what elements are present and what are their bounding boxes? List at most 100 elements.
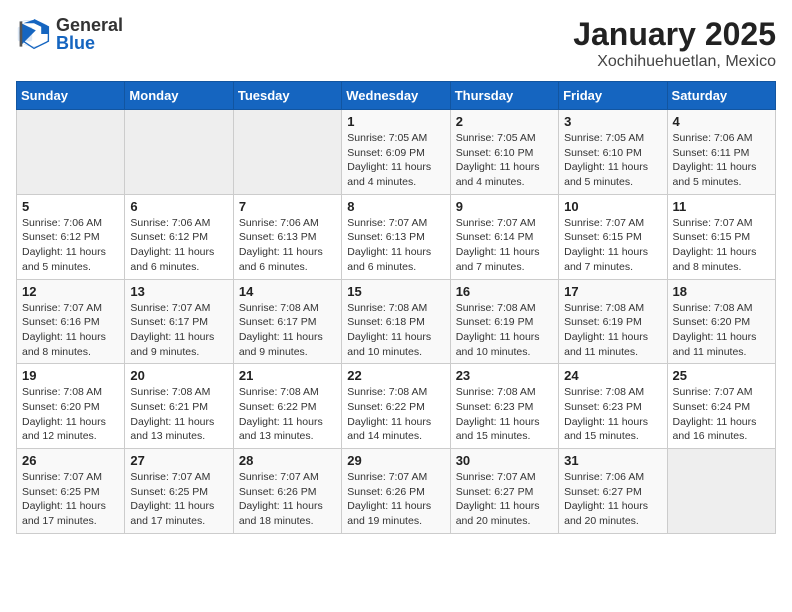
- day-number: 10: [564, 199, 661, 214]
- day-info: Sunrise: 7:07 AM Sunset: 6:17 PM Dayligh…: [130, 301, 227, 360]
- calendar-cell: 13 Sunrise: 7:07 AM Sunset: 6:17 PM Dayli…: [125, 279, 233, 364]
- day-info: Sunrise: 7:06 AM Sunset: 6:12 PM Dayligh…: [130, 216, 227, 275]
- calendar-subtitle: Xochihuehuetlan, Mexico: [573, 53, 776, 71]
- day-info: Sunrise: 7:08 AM Sunset: 6:22 PM Dayligh…: [347, 385, 444, 444]
- calendar-cell: 9Sunrise: 7:07 AM Sunset: 6:14 PM Daylig…: [450, 194, 558, 279]
- day-number: 22: [347, 368, 444, 383]
- logo-blue-text: Blue: [56, 34, 123, 52]
- calendar-week-5: 26Sunrise: 7:07 AM Sunset: 6:25 PM Dayli…: [17, 449, 776, 534]
- day-info: Sunrise: 7:08 AM Sunset: 6:23 PM Dayligh…: [564, 385, 661, 444]
- day-info: Sunrise: 7:07 AM Sunset: 6:25 PM Dayligh…: [22, 470, 119, 529]
- day-info: Sunrise: 7:08 AM Sunset: 6:17 PM Dayligh…: [239, 301, 336, 360]
- calendar-cell: 29 Sunrise: 7:07 AM Sunset: 6:26 PM Dayli…: [342, 449, 450, 534]
- calendar-cell: 12 Sunrise: 7:07 AM Sunset: 6:16 PM Dayli…: [17, 279, 125, 364]
- day-info: Sunrise: 7:06 AM Sunset: 6:11 PM Dayligh…: [673, 131, 770, 190]
- day-number: 20: [130, 368, 227, 383]
- day-info: Sunrise: 7:06 AM Sunset: 6:13 PM Dayligh…: [239, 216, 336, 275]
- calendar-cell: 14 Sunrise: 7:08 AM Sunset: 6:17 PM Dayli…: [233, 279, 341, 364]
- calendar-cell: 21 Sunrise: 7:08 AM Sunset: 6:22 PM Dayli…: [233, 364, 341, 449]
- calendar-cell: 20Sunrise: 7:08 AM Sunset: 6:21 PM Dayli…: [125, 364, 233, 449]
- calendar-cell: 8 Sunrise: 7:07 AM Sunset: 6:13 PM Daylig…: [342, 194, 450, 279]
- day-number: 24: [564, 368, 661, 383]
- calendar-week-4: 19 Sunrise: 7:08 AM Sunset: 6:20 PM Dayli…: [17, 364, 776, 449]
- day-info: Sunrise: 7:06 AM Sunset: 6:12 PM Dayligh…: [22, 216, 119, 275]
- weekday-header-friday: Friday: [559, 82, 667, 110]
- day-info: Sunrise: 7:07 AM Sunset: 6:16 PM Dayligh…: [22, 301, 119, 360]
- day-number: 4: [673, 114, 770, 129]
- calendar-cell: 19 Sunrise: 7:08 AM Sunset: 6:20 PM Dayli…: [17, 364, 125, 449]
- day-info: Sunrise: 7:08 AM Sunset: 6:22 PM Dayligh…: [239, 385, 336, 444]
- day-info: Sunrise: 7:08 AM Sunset: 6:20 PM Dayligh…: [673, 301, 770, 360]
- calendar-cell: [667, 449, 775, 534]
- logo-icon: [16, 16, 52, 52]
- day-number: 23: [456, 368, 553, 383]
- calendar-cell: 5 Sunrise: 7:06 AM Sunset: 6:12 PM Daylig…: [17, 194, 125, 279]
- day-info: Sunrise: 7:07 AM Sunset: 6:24 PM Dayligh…: [673, 385, 770, 444]
- calendar-cell: 27 Sunrise: 7:07 AM Sunset: 6:25 PM Dayli…: [125, 449, 233, 534]
- day-number: 28: [239, 453, 336, 468]
- calendar-cell: [125, 110, 233, 195]
- day-number: 2: [456, 114, 553, 129]
- calendar-cell: 18 Sunrise: 7:08 AM Sunset: 6:20 PM Dayli…: [667, 279, 775, 364]
- day-info: Sunrise: 7:07 AM Sunset: 6:25 PM Dayligh…: [130, 470, 227, 529]
- day-number: 29: [347, 453, 444, 468]
- day-number: 14: [239, 284, 336, 299]
- day-info: Sunrise: 7:06 AM Sunset: 6:27 PM Dayligh…: [564, 470, 661, 529]
- day-info: Sunrise: 7:07 AM Sunset: 6:13 PM Dayligh…: [347, 216, 444, 275]
- day-info: Sunrise: 7:07 AM Sunset: 6:15 PM Dayligh…: [564, 216, 661, 275]
- weekday-header-tuesday: Tuesday: [233, 82, 341, 110]
- calendar-week-1: 1Sunrise: 7:05 AM Sunset: 6:09 PM Daylig…: [17, 110, 776, 195]
- logo-text: General Blue: [56, 16, 123, 52]
- calendar-cell: [233, 110, 341, 195]
- weekday-header-thursday: Thursday: [450, 82, 558, 110]
- calendar-cell: 25Sunrise: 7:07 AM Sunset: 6:24 PM Dayli…: [667, 364, 775, 449]
- weekday-header-wednesday: Wednesday: [342, 82, 450, 110]
- calendar-week-2: 5 Sunrise: 7:06 AM Sunset: 6:12 PM Daylig…: [17, 194, 776, 279]
- weekday-header-row: SundayMondayTuesdayWednesdayThursdayFrid…: [17, 82, 776, 110]
- day-number: 5: [22, 199, 119, 214]
- day-number: 17: [564, 284, 661, 299]
- calendar-table: SundayMondayTuesdayWednesdayThursdayFrid…: [16, 81, 776, 534]
- calendar-cell: 1Sunrise: 7:05 AM Sunset: 6:09 PM Daylig…: [342, 110, 450, 195]
- calendar-cell: 6 Sunrise: 7:06 AM Sunset: 6:12 PM Daylig…: [125, 194, 233, 279]
- calendar-cell: 3Sunrise: 7:05 AM Sunset: 6:10 PM Daylig…: [559, 110, 667, 195]
- day-info: Sunrise: 7:07 AM Sunset: 6:27 PM Dayligh…: [456, 470, 553, 529]
- day-info: Sunrise: 7:08 AM Sunset: 6:19 PM Dayligh…: [564, 301, 661, 360]
- weekday-header-sunday: Sunday: [17, 82, 125, 110]
- day-number: 1: [347, 114, 444, 129]
- page-header: General Blue January 2025 Xochihuehuetla…: [16, 16, 776, 71]
- day-number: 27: [130, 453, 227, 468]
- day-info: Sunrise: 7:08 AM Sunset: 6:20 PM Dayligh…: [22, 385, 119, 444]
- day-number: 19: [22, 368, 119, 383]
- calendar-cell: 17 Sunrise: 7:08 AM Sunset: 6:19 PM Dayli…: [559, 279, 667, 364]
- day-number: 18: [673, 284, 770, 299]
- logo: General Blue: [16, 16, 123, 52]
- day-info: Sunrise: 7:08 AM Sunset: 6:19 PM Dayligh…: [456, 301, 553, 360]
- day-number: 15: [347, 284, 444, 299]
- calendar-cell: 2 Sunrise: 7:05 AM Sunset: 6:10 PM Daylig…: [450, 110, 558, 195]
- day-number: 8: [347, 199, 444, 214]
- calendar-cell: 26Sunrise: 7:07 AM Sunset: 6:25 PM Dayli…: [17, 449, 125, 534]
- calendar-cell: 15 Sunrise: 7:08 AM Sunset: 6:18 PM Dayli…: [342, 279, 450, 364]
- day-info: Sunrise: 7:08 AM Sunset: 6:18 PM Dayligh…: [347, 301, 444, 360]
- weekday-header-monday: Monday: [125, 82, 233, 110]
- calendar-cell: 10 Sunrise: 7:07 AM Sunset: 6:15 PM Dayli…: [559, 194, 667, 279]
- day-number: 13: [130, 284, 227, 299]
- day-info: Sunrise: 7:07 AM Sunset: 6:15 PM Dayligh…: [673, 216, 770, 275]
- calendar-cell: [17, 110, 125, 195]
- day-info: Sunrise: 7:07 AM Sunset: 6:14 PM Dayligh…: [456, 216, 553, 275]
- title-block: January 2025 Xochihuehuetlan, Mexico: [573, 16, 776, 71]
- calendar-cell: 24 Sunrise: 7:08 AM Sunset: 6:23 PM Dayli…: [559, 364, 667, 449]
- day-number: 6: [130, 199, 227, 214]
- calendar-cell: 11Sunrise: 7:07 AM Sunset: 6:15 PM Dayli…: [667, 194, 775, 279]
- calendar-title: January 2025: [573, 16, 776, 53]
- day-info: Sunrise: 7:05 AM Sunset: 6:10 PM Dayligh…: [456, 131, 553, 190]
- calendar-cell: 7Sunrise: 7:06 AM Sunset: 6:13 PM Daylig…: [233, 194, 341, 279]
- day-number: 3: [564, 114, 661, 129]
- calendar-cell: 22 Sunrise: 7:08 AM Sunset: 6:22 PM Dayli…: [342, 364, 450, 449]
- day-number: 12: [22, 284, 119, 299]
- day-number: 21: [239, 368, 336, 383]
- calendar-cell: 31Sunrise: 7:06 AM Sunset: 6:27 PM Dayli…: [559, 449, 667, 534]
- day-info: Sunrise: 7:07 AM Sunset: 6:26 PM Dayligh…: [347, 470, 444, 529]
- calendar-cell: 16Sunrise: 7:08 AM Sunset: 6:19 PM Dayli…: [450, 279, 558, 364]
